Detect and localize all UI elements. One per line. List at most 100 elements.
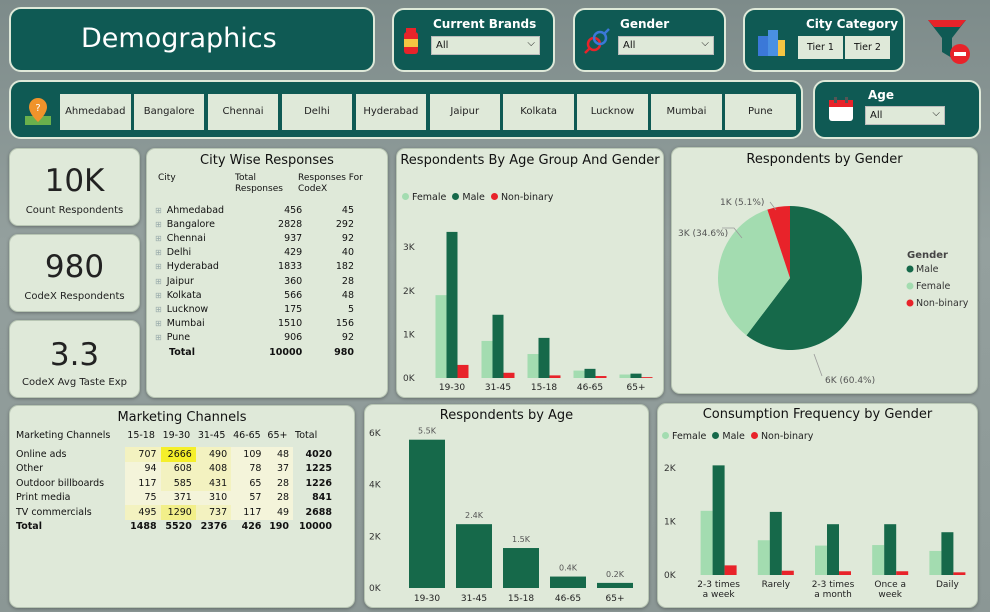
brands-dropdown[interactable]: All ⌵	[431, 36, 540, 55]
pie-label-female: 3K (34.6%)	[678, 229, 728, 239]
cell-text: Hyderabad	[166, 261, 219, 273]
legend-dot-female	[662, 432, 669, 439]
city-button-ahmedabad[interactable]: Ahmedabad	[60, 94, 131, 130]
bar-female-0[interactable]	[700, 510, 713, 575]
table-row: ⊞ Kolkata 566 48	[155, 288, 359, 302]
cell-text: 156	[335, 318, 354, 330]
bar-4[interactable]	[597, 582, 633, 588]
city-cell: ⊞ Jaipur	[155, 274, 233, 288]
bar-non-binary-0[interactable]	[457, 364, 469, 378]
gender-dropdown[interactable]: All ⌵	[618, 36, 714, 55]
value-cell: 937	[233, 231, 314, 245]
city-cell: ⊞ Hyderabad	[155, 260, 233, 274]
gender-icon	[584, 28, 610, 54]
expand-icon[interactable]: ⊞	[155, 333, 162, 342]
expand-icon[interactable]: ⊞	[155, 262, 162, 271]
bar-male-2[interactable]	[827, 524, 839, 575]
channel-cell: TV commercials	[16, 506, 92, 518]
bar-0[interactable]	[409, 439, 445, 588]
column-header: Total	[295, 430, 318, 441]
channel-cell: Outdoor billboards	[16, 477, 105, 489]
bar-female-3[interactable]	[872, 545, 885, 575]
expand-icon[interactable]: ⊞	[155, 220, 162, 229]
age-dropdown[interactable]: All ⌵	[865, 106, 945, 125]
city-button-mumbai[interactable]: Mumbai	[651, 94, 722, 130]
data-label: 1.5K	[512, 535, 531, 544]
table-row: ⊞ Mumbai 1510 156	[155, 317, 359, 331]
bar-female-1[interactable]	[757, 540, 770, 575]
bar-female-4[interactable]	[619, 374, 631, 378]
value-cell: 841	[312, 492, 332, 504]
bar-non-binary-1[interactable]	[781, 570, 794, 575]
bar-male-4[interactable]	[941, 532, 954, 575]
bar-female-3[interactable]	[573, 370, 585, 378]
expand-icon[interactable]: ⊞	[155, 291, 162, 300]
city-button-lucknow[interactable]: Lucknow	[577, 94, 648, 130]
value-cell: 37	[265, 461, 294, 476]
bar-female-2[interactable]	[815, 545, 827, 575]
kpi-codex-respondents: 980 CodeX Respondents	[9, 234, 140, 312]
x-tick-label: 19-30	[439, 383, 465, 393]
bar-male-3[interactable]	[584, 368, 596, 378]
value-cell: 4020	[305, 448, 332, 460]
city-button-hyderabad[interactable]: Hyderabad	[355, 94, 427, 130]
value-cell: 707	[125, 447, 161, 462]
bar-male-4[interactable]	[630, 373, 642, 378]
chart-title: Respondents By Age Group And Gender	[400, 153, 660, 168]
value-cell: 175	[233, 302, 314, 316]
bar-male-0[interactable]	[712, 465, 725, 575]
bar-female-4[interactable]	[929, 550, 942, 575]
bar-female-2[interactable]	[527, 354, 539, 378]
expand-icon[interactable]: ⊞	[155, 234, 162, 243]
bar-female-0[interactable]	[435, 295, 447, 378]
bar-non-binary-3[interactable]	[595, 376, 607, 378]
city-button-delhi[interactable]: Delhi	[281, 94, 353, 130]
chevron-down-icon: ⌵	[527, 38, 535, 49]
bar-male-3[interactable]	[884, 524, 897, 575]
clear-filter-icon[interactable]	[926, 18, 972, 66]
expand-icon[interactable]: ⊞	[155, 305, 162, 314]
tier1-button[interactable]: Tier 1	[798, 36, 843, 59]
bar-3[interactable]	[550, 576, 586, 588]
city-button-jaipur[interactable]: Jaipur	[429, 94, 500, 130]
header-row: Marketing Channels 15-18 19-30 31-45 46-65 65…	[16, 430, 336, 447]
age-gender-bar-chart: 0K 1K 2K 3K 19-30 31-45 15-18 46-65 65+	[403, 231, 653, 393]
total-cell: 10000	[298, 521, 332, 532]
city-cell: ⊞ Lucknow	[155, 302, 233, 316]
city-button-bangalore[interactable]: Bangalore	[133, 94, 205, 130]
expand-icon[interactable]: ⊞	[155, 319, 162, 328]
expand-icon[interactable]: ⊞	[155, 248, 162, 257]
bar-non-binary-2[interactable]	[839, 571, 851, 575]
city-cell: ⊞ Pune	[155, 331, 233, 345]
x-tick-label: week	[878, 590, 902, 600]
data-label: 0.4K	[559, 564, 578, 573]
bar-non-binary-4[interactable]	[953, 572, 966, 575]
bar-non-binary-4[interactable]	[641, 377, 653, 378]
bar-male-1[interactable]	[769, 511, 782, 575]
cell-text: Pune	[166, 332, 191, 344]
bar-male-2[interactable]	[538, 337, 550, 378]
data-label: 2.4K	[465, 511, 484, 520]
expand-icon[interactable]: ⊞	[155, 277, 162, 286]
bar-non-binary-3[interactable]	[896, 571, 909, 575]
expand-icon[interactable]: ⊞	[155, 206, 162, 215]
y-tick-label: 1K	[403, 330, 416, 340]
city-button-pune[interactable]: Pune	[725, 94, 796, 130]
city-button-chennai[interactable]: Chennai	[207, 94, 279, 130]
bar-1[interactable]	[456, 524, 492, 588]
cell-text: 429	[284, 247, 303, 259]
bar-male-0[interactable]	[446, 231, 458, 378]
tier2-button[interactable]: Tier 2	[845, 36, 890, 59]
x-tick-label: Daily	[936, 580, 959, 590]
bar-female-1[interactable]	[481, 340, 493, 378]
bar-2[interactable]	[503, 548, 539, 588]
cell-text: Kolkata	[166, 289, 202, 301]
x-tick-label: 19-30	[414, 594, 440, 604]
total-cell: 190	[269, 521, 290, 532]
bar-non-binary-0[interactable]	[724, 565, 737, 575]
bar-non-binary-1[interactable]	[503, 372, 515, 378]
marketing-table: Marketing Channels 15-18 19-30 31-45 46-65 65…	[16, 430, 336, 534]
bar-male-1[interactable]	[492, 314, 504, 378]
bar-non-binary-2[interactable]	[549, 375, 561, 378]
city-button-kolkata[interactable]: Kolkata	[503, 94, 574, 130]
